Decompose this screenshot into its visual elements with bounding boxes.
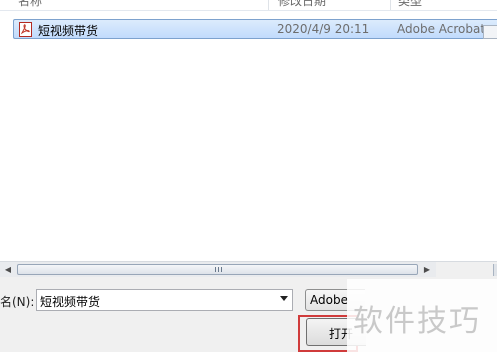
column-header: 名称 修改日期 类型 (0, 0, 497, 11)
filename-value: 短视频带货 (40, 295, 101, 309)
column-divider[interactable] (390, 0, 391, 10)
column-divider[interactable] (268, 0, 269, 10)
scroll-left-arrow-icon[interactable]: ◀ (2, 264, 14, 276)
file-type-value: Adobe (310, 293, 348, 307)
filename-label: 名(N): (0, 295, 35, 309)
scrollbar-corner (436, 262, 497, 277)
watermark: 软件技巧 (347, 279, 497, 352)
scrollbar-corner-edge (493, 264, 497, 276)
horizontal-scrollbar[interactable]: ◀ ▶ (0, 261, 497, 277)
filename-input[interactable]: 短视频带货 (36, 289, 293, 311)
column-name-header[interactable]: 名称 (18, 0, 42, 9)
scroll-right-arrow-icon[interactable]: ▶ (421, 264, 433, 276)
chevron-down-icon[interactable] (280, 296, 288, 301)
file-list[interactable]: 短视频带货 2020/4/9 20:11 Adobe Acrobat (0, 11, 497, 261)
watermark-text: 软件技巧 (353, 304, 481, 339)
file-row[interactable]: 短视频带货 2020/4/9 20:11 Adobe Acrobat (13, 19, 497, 39)
vertical-scrollbar-stub[interactable] (483, 25, 497, 39)
file-type: Adobe Acrobat (397, 22, 486, 36)
pdf-file-icon (19, 22, 32, 37)
file-modified-date: 2020/4/9 20:11 (277, 22, 370, 36)
scrollbar-thumb[interactable] (17, 264, 418, 275)
column-type-header[interactable]: 类型 (398, 0, 422, 9)
file-name: 短视频带货 (38, 24, 99, 38)
column-modified-header[interactable]: 修改日期 (278, 0, 326, 9)
grip-icon (215, 267, 222, 272)
